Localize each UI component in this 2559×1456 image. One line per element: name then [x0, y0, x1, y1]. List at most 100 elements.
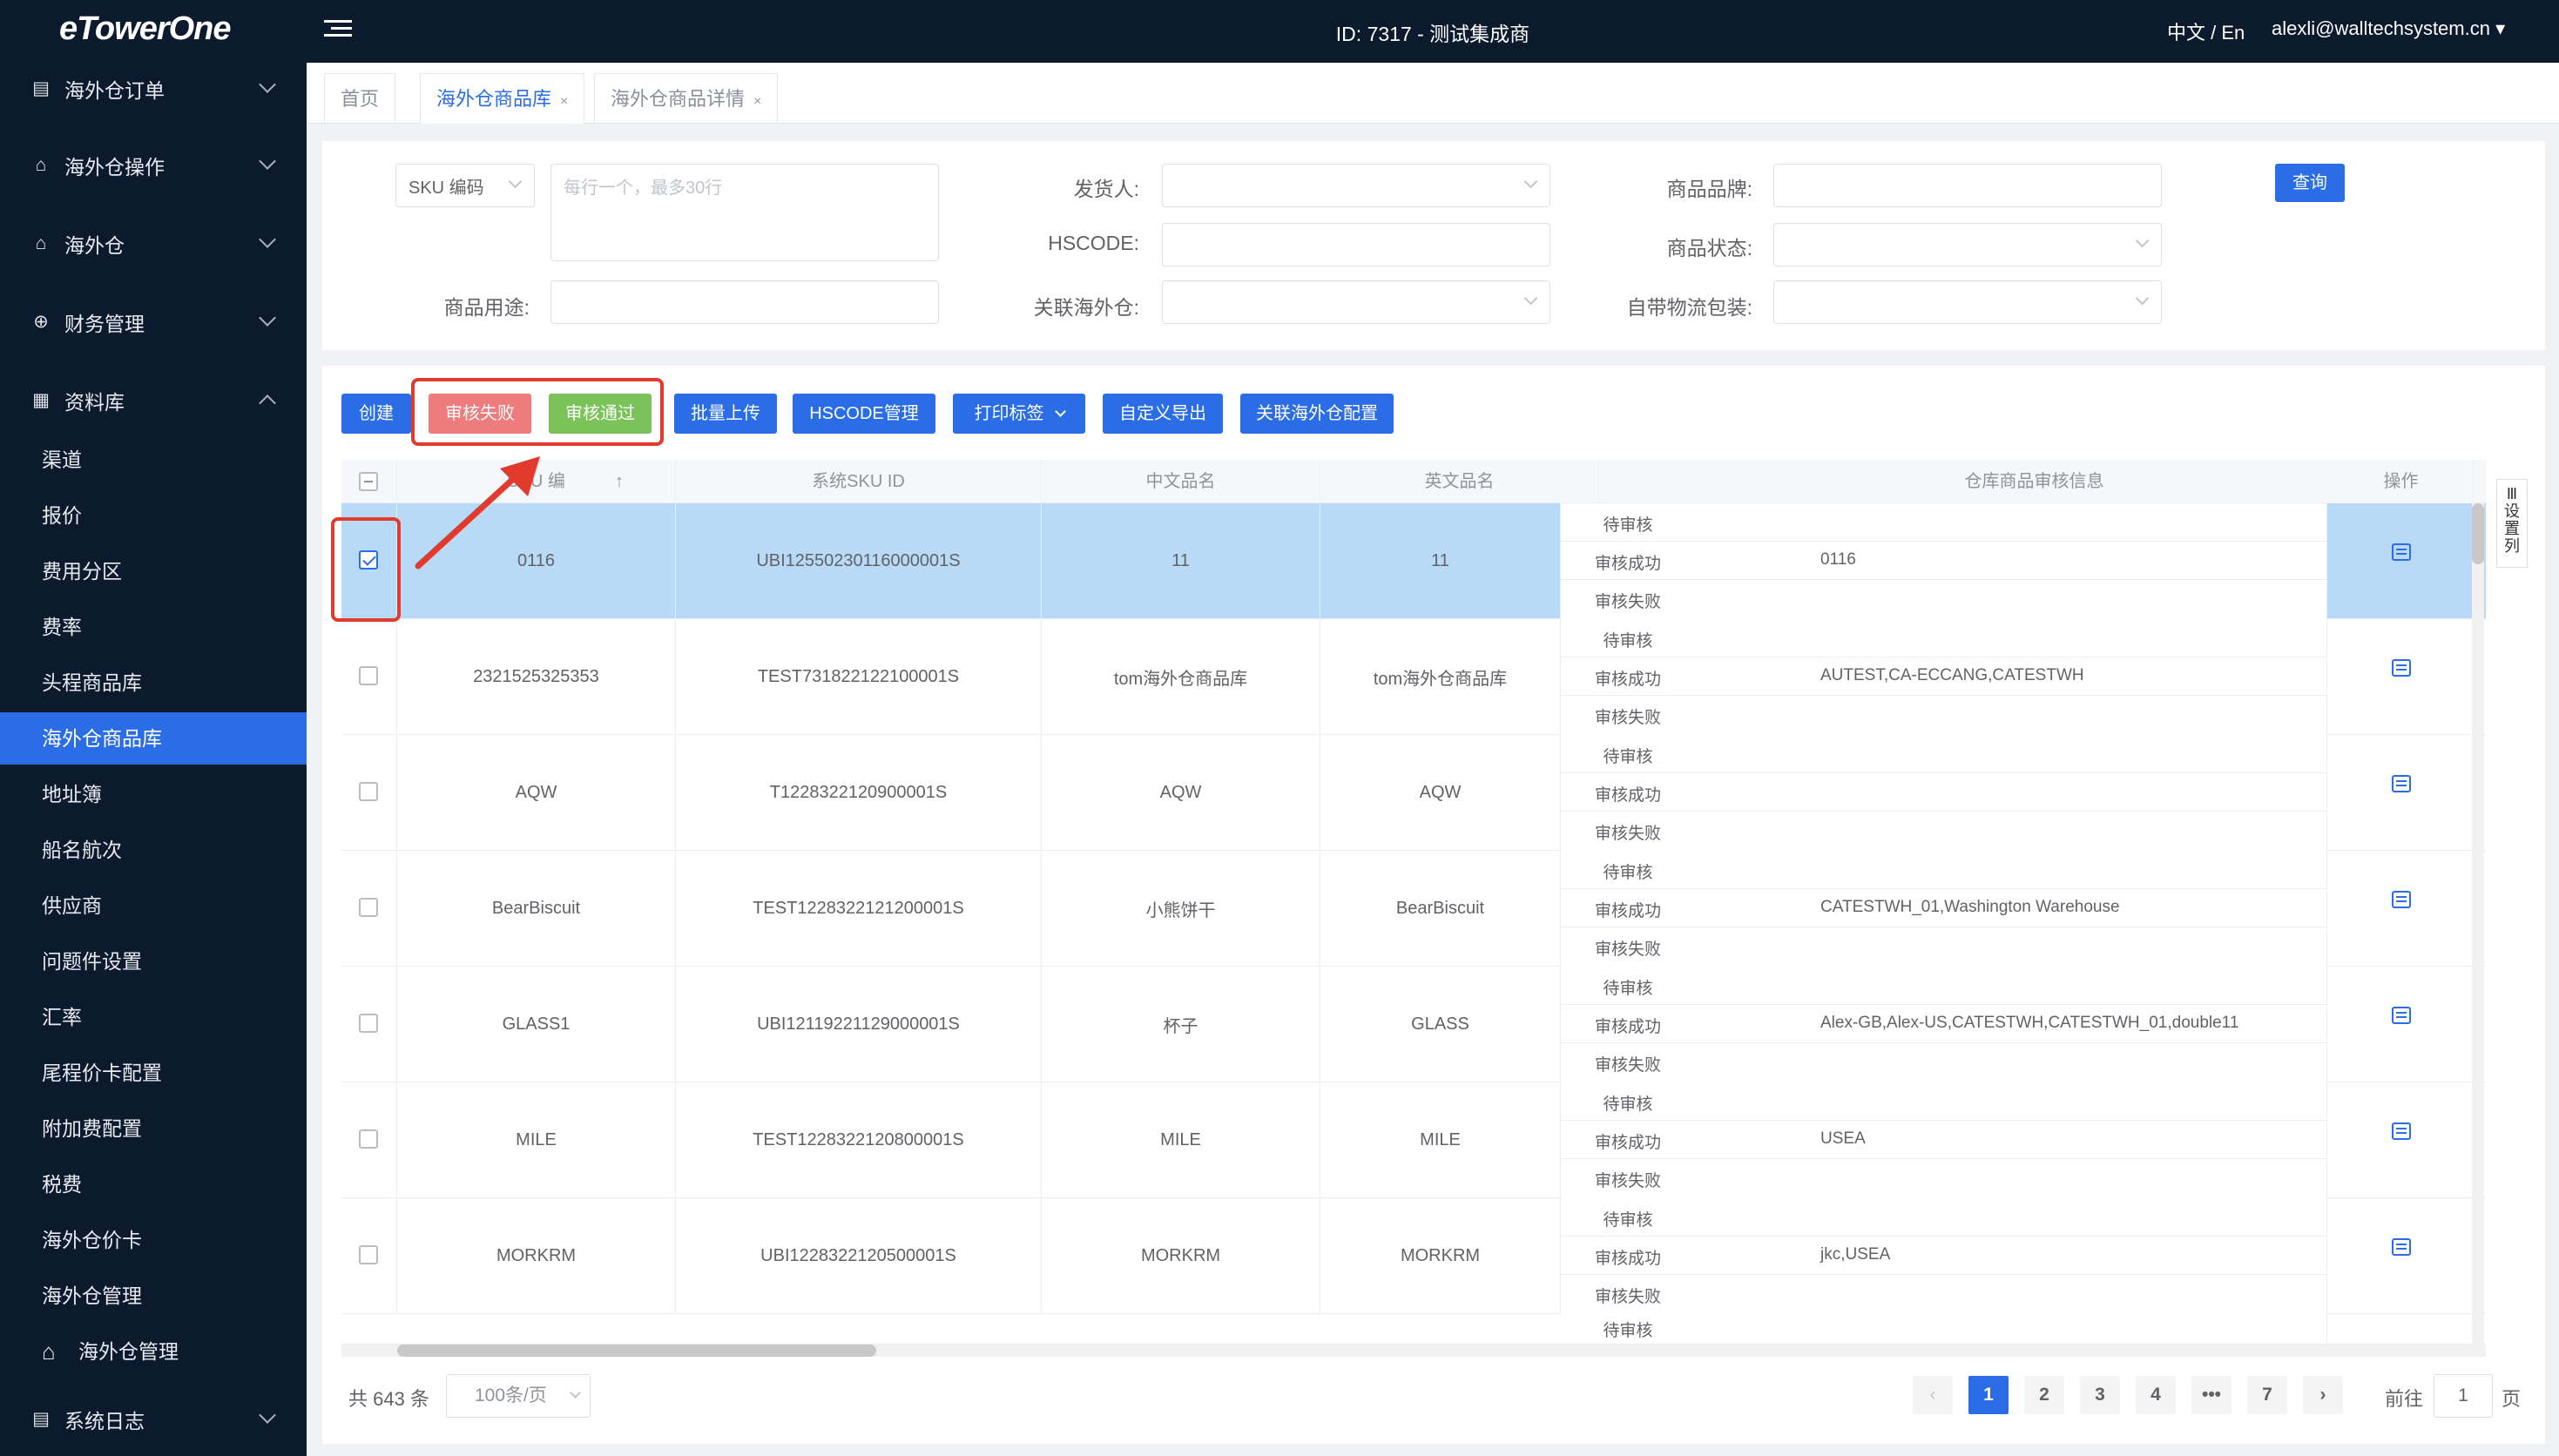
packaging-label: 自带物流包装:: [1626, 296, 1752, 319]
create-button[interactable]: 创建: [341, 394, 411, 434]
sidebar-group-warehouse[interactable]: ⌂ 海外仓: [0, 218, 307, 270]
row-checkbox[interactable]: [359, 782, 378, 801]
table-row[interactable]: 2321525325353 TEST731822122100001S tom海外仓商…: [341, 619, 2486, 735]
row-checkbox[interactable]: [359, 1245, 378, 1264]
table-row[interactable]: MORKRM UBI1228322120500001S MORKRM MORKRM 待审…: [341, 1198, 2486, 1314]
horizontal-scrollbar[interactable]: [341, 1345, 2486, 1357]
tab-overseas-products[interactable]: 海外仓商品库 ×: [420, 73, 585, 124]
edit-icon[interactable]: [2392, 775, 2411, 792]
hscode-input[interactable]: [1162, 223, 1550, 266]
sidebar-item-overseas-price-card[interactable]: 海外仓价卡: [0, 1214, 307, 1266]
row-checkbox[interactable]: [359, 898, 378, 917]
sidebar-item-tax[interactable]: 税费: [0, 1158, 307, 1210]
custom-export-button[interactable]: 自定义导出: [1103, 394, 1223, 434]
sidebar-item-issue-settings[interactable]: 问题件设置: [0, 935, 307, 988]
page-1-button[interactable]: 1: [1968, 1376, 2009, 1414]
linked-warehouse-config-button[interactable]: 关联海外仓配置: [1240, 394, 1394, 434]
chevron-down-icon: [2135, 291, 2150, 306]
sort-asc-icon[interactable]: ↑: [615, 460, 624, 503]
column-settings-button[interactable]: Ⅲ 设置列: [2496, 479, 2528, 568]
row-checkbox[interactable]: [359, 1014, 378, 1033]
sku-type-select[interactable]: SKU 编码: [395, 164, 535, 207]
cell-cn-name: 11: [1042, 503, 1320, 619]
sidebar-group-database[interactable]: ▦ 资料库: [0, 374, 307, 427]
sidebar-item-last-mile-card[interactable]: 尾程价卡配置: [0, 1047, 307, 1099]
sidebar-item-surcharge[interactable]: 附加费配置: [0, 1102, 307, 1155]
page-size-select[interactable]: 100条/页: [446, 1374, 591, 1418]
sidebar-item-overseas-management-nested[interactable]: ⌂ 海外仓管理: [0, 1325, 307, 1378]
hscode-management-button[interactable]: HSCODE管理: [793, 394, 935, 434]
page-2-button[interactable]: 2: [2024, 1376, 2064, 1414]
brand-input[interactable]: [1773, 164, 2162, 207]
bulk-upload-button[interactable]: 批量上传: [674, 394, 777, 434]
table-row[interactable]: AQW T1228322120900001S AQW AQW 待审核 审核成功 审核失败: [341, 735, 2486, 851]
page-size-value: 100条/页: [475, 1385, 547, 1405]
row-checkbox[interactable]: [359, 666, 378, 685]
sidebar-item-channel[interactable]: 渠道: [0, 434, 307, 486]
prev-page-button[interactable]: ‹: [1913, 1376, 1953, 1414]
print-label-button[interactable]: 打印标签: [953, 394, 1085, 434]
table-row[interactable]: MILE TEST1228322120800001S MILE MILE 待审核 审核成功…: [341, 1082, 2486, 1198]
linked-warehouse-label: 关联海外仓:: [1033, 296, 1139, 319]
linked-warehouse-select[interactable]: [1162, 280, 1550, 324]
audit-success-line: 审核成功 Alex-GB,Alex-US,CATESTWH,CATESTWH_01…: [1561, 1005, 2327, 1043]
edit-icon[interactable]: [2392, 1238, 2411, 1256]
page-4-button[interactable]: 4: [2136, 1376, 2176, 1414]
sidebar-item-supplier[interactable]: 供应商: [0, 880, 307, 932]
tab-bar: 首页 海外仓商品库 × 海外仓商品详情 ×: [307, 63, 2559, 124]
audit-success-line: 审核成功: [1561, 773, 2327, 812]
sidebar-group-orders[interactable]: ▤ 海外仓订单: [0, 63, 307, 115]
table-row[interactable]: BearBiscuit TEST1228322121200001S 小熊饼干 Bear…: [341, 851, 2486, 967]
page-7-button[interactable]: 7: [2247, 1376, 2287, 1414]
edit-icon[interactable]: [2392, 1122, 2411, 1140]
language-switch[interactable]: 中文 / En: [2167, 17, 2245, 45]
tab-home[interactable]: 首页: [324, 73, 396, 124]
shipper-select[interactable]: [1162, 164, 1550, 207]
sidebar-item-rate[interactable]: 费率: [0, 601, 307, 653]
table-row[interactable]: 0116 UBI12550230116000001S 11 11 待审核 审核成功 0116…: [341, 503, 2486, 619]
sidebar-group-finance[interactable]: ⊕ 财务管理: [0, 296, 307, 348]
sidebar-item-overseas-products[interactable]: 海外仓商品库: [0, 712, 307, 765]
goto-page-input[interactable]: 1: [2434, 1374, 2493, 1418]
sidebar-item-vessel-voyage[interactable]: 船名航次: [0, 824, 307, 876]
vertical-scrollbar[interactable]: [2472, 503, 2484, 1345]
audit-key: 审核成功: [1594, 786, 1661, 805]
scrollbar-thumb[interactable]: [2472, 503, 2484, 564]
audit-failed-line: 审核失败: [1561, 1043, 2327, 1082]
audit-failed-line: 审核失败: [1561, 1275, 2327, 1313]
page-3-button[interactable]: 3: [2080, 1376, 2120, 1414]
packaging-select[interactable]: [1773, 280, 2162, 324]
status-select[interactable]: [1773, 223, 2162, 266]
cell-sku: BearBiscuit: [397, 851, 676, 967]
sidebar-group-label: 资料库: [64, 391, 125, 414]
sidebar-item-fee-zone[interactable]: 费用分区: [0, 545, 307, 597]
edit-icon[interactable]: [2392, 543, 2411, 561]
chevron-down-icon: [508, 174, 523, 189]
sidebar-item-exchange-rate[interactable]: 汇率: [0, 991, 307, 1043]
sidebar-group-operations[interactable]: ⌂ 海外仓操作: [0, 139, 307, 192]
close-icon[interactable]: ×: [560, 94, 568, 109]
row-select-cell: [341, 619, 397, 735]
sidebar-item-label: 海外仓管理: [78, 1340, 179, 1363]
edit-icon[interactable]: [2392, 891, 2411, 908]
query-button[interactable]: 查询: [2275, 164, 2345, 202]
more-pages-button[interactable]: •••: [2191, 1376, 2232, 1414]
edit-icon[interactable]: [2392, 1007, 2411, 1024]
sidebar-item-overseas-management[interactable]: 海外仓管理: [0, 1270, 307, 1322]
sidebar-item-first-mile-products[interactable]: 头程商品库: [0, 657, 307, 709]
scrollbar-thumb[interactable]: [397, 1345, 876, 1357]
audit-key: 审核失败: [1594, 940, 1661, 959]
sidebar-group-system-log[interactable]: ▤ 系统日志: [0, 1393, 307, 1446]
usage-input[interactable]: [550, 280, 939, 324]
select-all-checkbox[interactable]: [359, 472, 378, 491]
next-page-button[interactable]: ›: [2303, 1376, 2343, 1414]
sidebar-item-address-book[interactable]: 地址簿: [0, 768, 307, 820]
sidebar-item-quote[interactable]: 报价: [0, 489, 307, 542]
sku-textarea[interactable]: 每行一个，最多30行: [550, 164, 939, 261]
row-checkbox[interactable]: [359, 1129, 378, 1149]
close-icon[interactable]: ×: [753, 94, 761, 109]
user-menu[interactable]: alexli@walltechsystem.cn ▾: [2272, 17, 2505, 40]
edit-icon[interactable]: [2392, 659, 2411, 677]
tab-product-detail[interactable]: 海外仓商品详情 ×: [594, 73, 779, 124]
table-row[interactable]: GLASS1 UBI12119221129000001S 杯子 GLASS 待审核 审核成…: [341, 967, 2486, 1082]
